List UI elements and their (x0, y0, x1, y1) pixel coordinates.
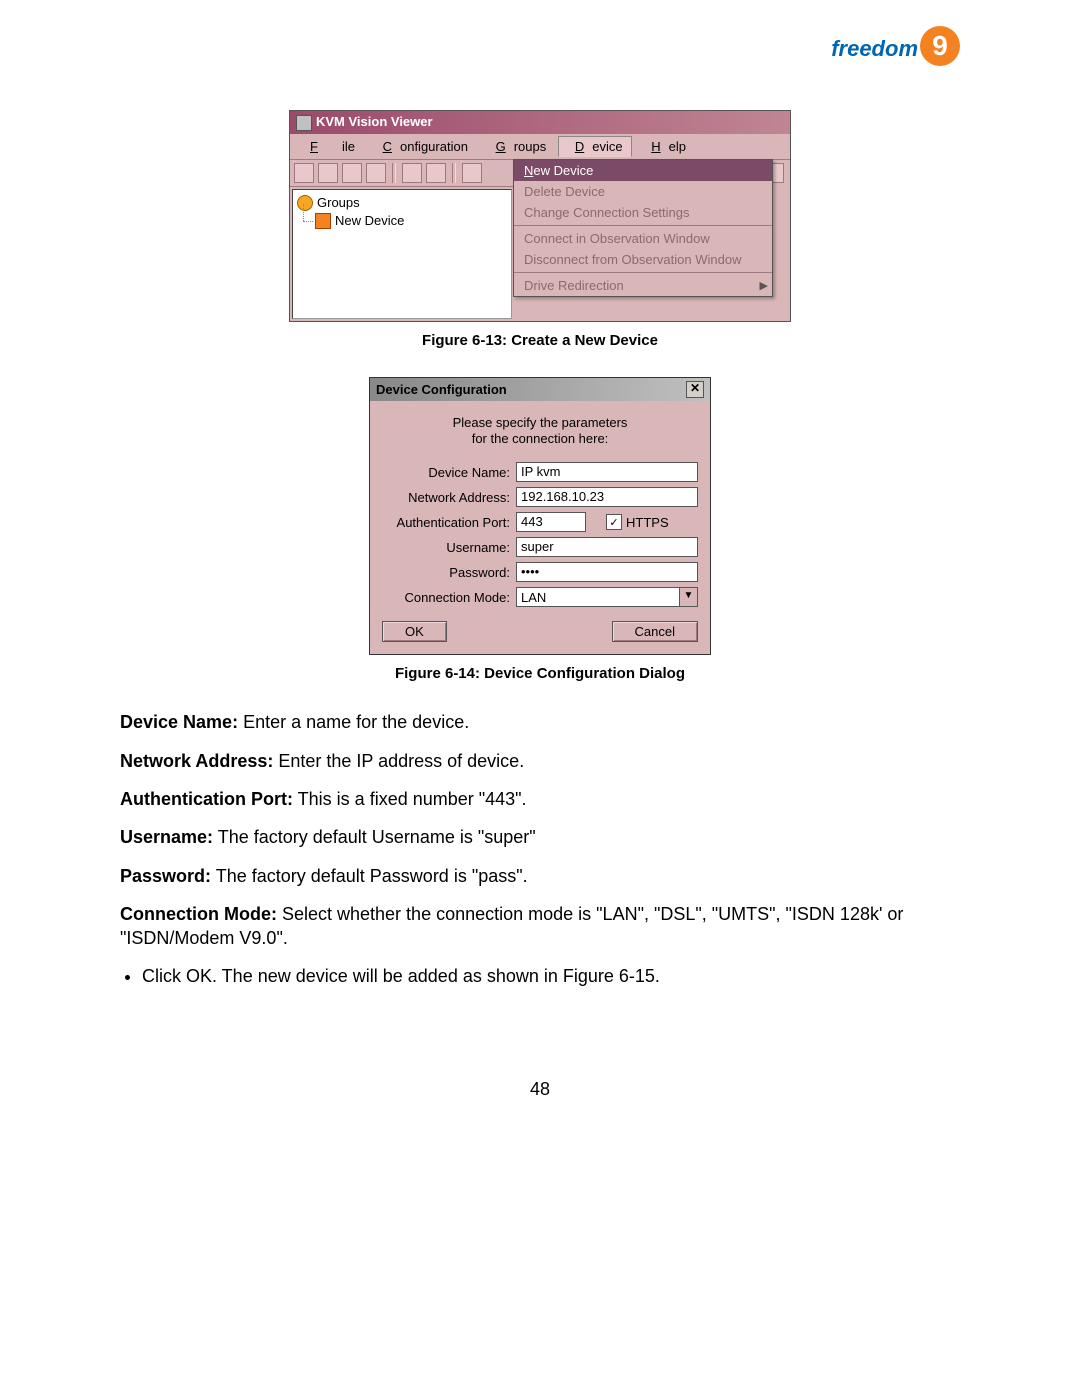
input-auth-port[interactable]: 443 (516, 512, 586, 532)
menu-help[interactable]: Help (635, 137, 694, 156)
toolbar-icon[interactable] (342, 163, 362, 183)
toolbar-separator (392, 163, 396, 183)
toolbar-icon[interactable] (294, 163, 314, 183)
para-label: Authentication Port: (120, 789, 293, 809)
submenu-arrow-icon: ▶ (760, 279, 768, 292)
figure-caption: Figure 6-14: Device Configuration Dialog (120, 665, 960, 682)
para-text: Enter a name for the device. (238, 712, 469, 732)
cancel-button[interactable]: Cancel (612, 621, 698, 642)
device-dropdown: New Device Delete Device Change Connecti… (513, 159, 773, 297)
page-number: 48 (120, 1079, 960, 1100)
select-conn-mode-value: LAN (517, 590, 679, 605)
kvm-viewer-window: KVM Vision Viewer File Configuration Gro… (289, 110, 791, 322)
brand-badge: 9 (920, 26, 960, 66)
window-titlebar: KVM Vision Viewer (290, 111, 790, 134)
para-text: The factory default Password is "pass". (211, 866, 528, 886)
para-label: Username: (120, 827, 213, 847)
menu-drive-redirection[interactable]: Drive Redirection (514, 272, 772, 296)
toolbar-icon[interactable] (366, 163, 386, 183)
label-network-address: Network Address: (382, 490, 516, 505)
menu-disconnect-obs[interactable]: Disconnect from Observation Window (514, 249, 772, 270)
tree-child-label: New Device (335, 213, 404, 228)
select-conn-mode[interactable]: LAN ▼ (516, 587, 698, 607)
toolbar (290, 160, 514, 187)
para-label: Connection Mode: (120, 904, 277, 924)
dialog-title: Device Configuration (376, 382, 507, 397)
device-menu-panel: New Device Delete Device Change Connecti… (514, 160, 734, 321)
input-device-name[interactable]: IP kvm (516, 462, 698, 482)
menu-delete-device[interactable]: Delete Device (514, 181, 772, 202)
toolbar-icon[interactable] (426, 163, 446, 183)
tree-root[interactable]: Groups (297, 194, 507, 212)
tree-root-label: Groups (317, 195, 360, 210)
label-conn-mode: Connection Mode: (382, 590, 516, 605)
menu-configuration[interactable]: Configuration (367, 137, 476, 156)
para-label: Password: (120, 866, 211, 886)
tree-child[interactable]: New Device (297, 212, 507, 230)
para-text: This is a fixed number "443". (293, 789, 527, 809)
para-text: The factory default Username is "super" (213, 827, 536, 847)
menu-new-device[interactable]: New Device (514, 160, 772, 181)
label-auth-port: Authentication Port: (382, 515, 516, 530)
device-tree: Groups New Device (292, 189, 512, 319)
device-icon (315, 213, 331, 229)
menubar: File Configuration Groups Device Help (290, 134, 790, 160)
window-title: KVM Vision Viewer (316, 114, 433, 129)
close-button[interactable]: ✕ (686, 381, 704, 398)
menu-change-connection[interactable]: Change Connection Settings (514, 202, 772, 223)
ok-button[interactable]: OK (382, 621, 447, 642)
menu-connect-obs[interactable]: Connect in Observation Window (514, 225, 772, 249)
menu-device[interactable]: Device (558, 136, 632, 157)
body-text: Device Name: Enter a name for the device… (120, 710, 960, 988)
para-label: Network Address: (120, 751, 273, 771)
globe-icon (297, 195, 313, 211)
dialog-message: Please specify the parameters for the co… (382, 415, 698, 449)
device-config-dialog: Device Configuration ✕ Please specify th… (369, 377, 711, 656)
para-text: Enter the IP address of device. (273, 751, 524, 771)
input-username[interactable]: super (516, 537, 698, 557)
chevron-down-icon[interactable]: ▼ (679, 588, 697, 606)
menu-groups[interactable]: Groups (480, 137, 555, 156)
figure-caption: Figure 6-13: Create a New Device (120, 332, 960, 349)
label-https: HTTPS (626, 515, 669, 530)
menu-file[interactable]: File (294, 137, 363, 156)
bullet-item: Click OK. The new device will be added a… (142, 964, 960, 988)
brand-text: freedom (831, 36, 918, 61)
app-icon (296, 115, 312, 131)
input-password[interactable]: •••• (516, 562, 698, 582)
label-device-name: Device Name: (382, 465, 516, 480)
label-password: Password: (382, 565, 516, 580)
label-username: Username: (382, 540, 516, 555)
toolbar-icon[interactable] (402, 163, 422, 183)
para-label: Device Name: (120, 712, 238, 732)
input-network-address[interactable]: 192.168.10.23 (516, 487, 698, 507)
toolbar-icon[interactable] (318, 163, 338, 183)
checkbox-https[interactable]: ✓ (606, 514, 622, 530)
toolbar-icon[interactable] (462, 163, 482, 183)
brand-logo: freedom9 (831, 30, 960, 70)
toolbar-separator (452, 163, 456, 183)
dialog-titlebar: Device Configuration ✕ (370, 378, 710, 401)
